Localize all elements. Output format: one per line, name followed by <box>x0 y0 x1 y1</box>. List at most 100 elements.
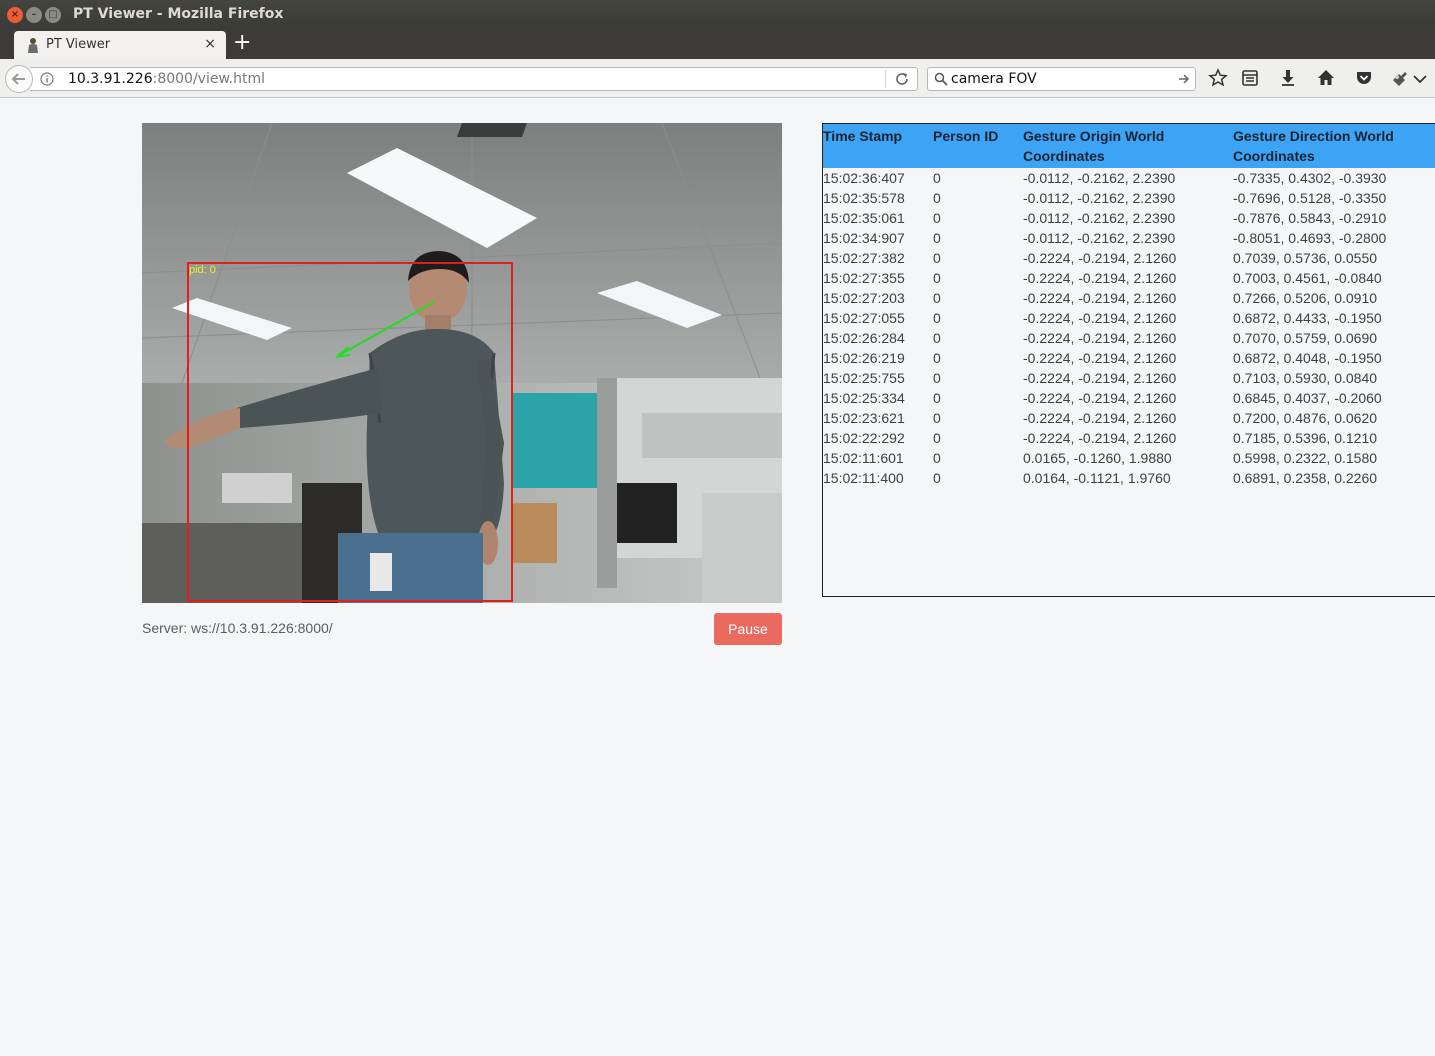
cell-direction: 0.6891, 0.2358, 0.2260 <box>1233 470 1378 486</box>
cell-time-stamp: 15:02:27:355 <box>823 270 905 286</box>
cell-time-stamp: 15:02:27:055 <box>823 310 905 326</box>
downloads-icon[interactable] <box>1278 68 1298 88</box>
table-row: 15:02:36:407 0 -0.0112, -0.2162, 2.2390 -0.… <box>823 168 1435 188</box>
cell-direction: 0.6845, 0.4037, -0.2060 <box>1233 390 1382 406</box>
table-row: 15:02:25:334 0 -0.2224, -0.2194, 2.1260 0.6… <box>823 388 1435 408</box>
header-person-id: Person ID <box>933 128 999 144</box>
table-row: 15:02:23:621 0 -0.2224, -0.2194, 2.1260 0.7… <box>823 408 1435 428</box>
cell-direction: 0.7039, 0.5736, 0.0550 <box>1233 250 1378 266</box>
url-text[interactable]: 10.3.91.226:8000/view.html <box>68 71 265 87</box>
cell-origin: -0.0112, -0.2162, 2.2390 <box>1023 230 1176 246</box>
table-row: 15:02:25:755 0 -0.2224, -0.2194, 2.1260 0.7… <box>823 368 1435 388</box>
cell-origin: -0.2224, -0.2194, 2.1260 <box>1023 330 1177 346</box>
bookmark-star-icon[interactable] <box>1208 68 1228 88</box>
cell-time-stamp: 15:02:23:621 <box>823 410 905 426</box>
search-input[interactable]: camera FOV <box>951 71 1037 87</box>
cell-origin: 0.0165, -0.1260, 1.9880 <box>1023 450 1172 466</box>
gesture-table: Time Stamp Person ID Gesture Origin Worl… <box>823 124 1435 488</box>
gesture-table-container[interactable]: Time Stamp Person ID Gesture Origin Worl… <box>822 123 1435 597</box>
cell-time-stamp: 15:02:34:907 <box>823 230 905 246</box>
site-info-icon[interactable] <box>40 72 54 86</box>
table-row: 15:02:34:907 0 -0.0112, -0.2162, 2.2390 -0.… <box>823 228 1435 248</box>
search-bar[interactable]: camera FOV <box>927 67 1196 91</box>
cell-origin: -0.2224, -0.2194, 2.1260 <box>1023 350 1177 366</box>
cell-direction: 0.7103, 0.5930, 0.0840 <box>1233 370 1378 386</box>
table-row: 15:02:26:284 0 -0.2224, -0.2194, 2.1260 0.7… <box>823 328 1435 348</box>
cell-time-stamp: 15:02:35:061 <box>823 210 905 226</box>
home-icon[interactable] <box>1316 68 1336 88</box>
cell-person-id: 0 <box>933 290 941 306</box>
back-button[interactable] <box>5 65 33 93</box>
new-tab-button[interactable]: + <box>233 32 251 54</box>
tab-close-icon[interactable]: × <box>204 36 216 52</box>
reload-icon[interactable] <box>894 71 910 87</box>
header-gesture-origin: Gesture Origin World Coordinates <box>1023 128 1165 164</box>
pause-button[interactable]: Pause <box>714 613 782 645</box>
menu-chevron-icon[interactable] <box>1410 68 1430 88</box>
cell-direction: 0.7070, 0.5759, 0.0690 <box>1233 330 1378 346</box>
tab-pt-viewer[interactable]: PT Viewer × <box>14 31 226 59</box>
cell-time-stamp: 15:02:27:382 <box>823 250 905 266</box>
url-path: :8000/view.html <box>152 71 265 87</box>
cell-person-id: 0 <box>933 270 941 286</box>
window-maximize-icon[interactable]: □ <box>45 7 61 23</box>
cell-direction: 0.6872, 0.4048, -0.1950 <box>1233 350 1382 366</box>
cell-person-id: 0 <box>933 230 941 246</box>
window-minimize-icon[interactable]: – <box>26 7 42 23</box>
cell-person-id: 0 <box>933 370 941 386</box>
tab-label: PT Viewer <box>46 37 111 52</box>
table-header-row: Time Stamp Person ID Gesture Origin Worl… <box>823 124 1435 168</box>
tab-bar: PT Viewer × + <box>0 29 1435 59</box>
cell-time-stamp: 15:02:35:578 <box>823 190 905 206</box>
back-arrow-icon <box>11 73 25 85</box>
table-row: 15:02:35:578 0 -0.0112, -0.2162, 2.2390 -0.… <box>823 188 1435 208</box>
url-bar[interactable]: 10.3.91.226:8000/view.html <box>30 67 918 91</box>
table-row: 15:02:22:292 0 -0.2224, -0.2194, 2.1260 0.7… <box>823 428 1435 448</box>
table-row: 15:02:27:055 0 -0.2224, -0.2194, 2.1260 0.6… <box>823 308 1435 328</box>
cell-person-id: 0 <box>933 470 941 486</box>
cell-person-id: 0 <box>933 410 941 426</box>
table-row: 15:02:27:355 0 -0.2224, -0.2194, 2.1260 0.7… <box>823 268 1435 288</box>
camera-scene-image: pid: 0 <box>142 123 782 603</box>
cell-time-stamp: 15:02:27:203 <box>823 290 905 306</box>
cell-direction: -0.7335, 0.4302, -0.3930 <box>1233 170 1387 186</box>
cell-origin: -0.2224, -0.2194, 2.1260 <box>1023 370 1177 386</box>
url-host: 10.3.91.226 <box>68 71 153 87</box>
person-favicon-icon <box>28 38 38 53</box>
cell-time-stamp: 15:02:25:334 <box>823 390 905 406</box>
cell-time-stamp: 15:02:22:292 <box>823 430 905 446</box>
table-row: 15:02:26:219 0 -0.2224, -0.2194, 2.1260 0.6… <box>823 348 1435 368</box>
window-close-icon[interactable]: × <box>7 7 23 23</box>
cell-direction: 0.7185, 0.5396, 0.1210 <box>1233 430 1378 446</box>
search-go-icon[interactable] <box>1177 72 1191 86</box>
cell-person-id: 0 <box>933 250 941 266</box>
url-separator <box>885 70 886 88</box>
window-titlebar: × – □ PT Viewer - Mozilla Firefox <box>0 0 1435 29</box>
cell-origin: -0.2224, -0.2194, 2.1260 <box>1023 270 1177 286</box>
cell-direction: 0.7200, 0.4876, 0.0620 <box>1233 410 1378 426</box>
cell-origin: -0.0112, -0.2162, 2.2390 <box>1023 190 1176 206</box>
cell-time-stamp: 15:02:26:219 <box>823 350 905 366</box>
cell-direction: -0.8051, 0.4693, -0.2800 <box>1233 230 1387 246</box>
cell-direction: 0.7003, 0.4561, -0.0840 <box>1233 270 1382 286</box>
cell-person-id: 0 <box>933 430 941 446</box>
table-row: 15:02:11:400 0 0.0164, -0.1121, 1.9760 0.68… <box>823 468 1435 488</box>
header-time-stamp: Time Stamp <box>823 128 903 144</box>
table-row: 15:02:11:601 0 0.0165, -0.1260, 1.9880 0.59… <box>823 448 1435 468</box>
cell-direction: -0.7696, 0.5128, -0.3350 <box>1233 190 1387 206</box>
reading-list-icon[interactable] <box>1240 68 1260 88</box>
window-title: PT Viewer - Mozilla Firefox <box>73 6 284 22</box>
table-row: 15:02:35:061 0 -0.0112, -0.2162, 2.2390 -0.… <box>823 208 1435 228</box>
pocket-icon[interactable] <box>1354 68 1374 88</box>
extension-icon[interactable] <box>1390 68 1410 88</box>
cell-person-id: 0 <box>933 390 941 406</box>
camera-video-frame: pid: 0 <box>142 123 782 603</box>
cell-direction: 0.6872, 0.4433, -0.1950 <box>1233 310 1382 326</box>
cell-origin: -0.2224, -0.2194, 2.1260 <box>1023 290 1177 306</box>
cell-time-stamp: 15:02:11:400 <box>823 470 904 486</box>
cell-origin: -0.2224, -0.2194, 2.1260 <box>1023 430 1177 446</box>
cell-origin: -0.2224, -0.2194, 2.1260 <box>1023 410 1177 426</box>
cell-person-id: 0 <box>933 310 941 326</box>
header-gesture-direction: Gesture Direction World Coordinates <box>1233 128 1394 164</box>
table-row: 15:02:27:382 0 -0.2224, -0.2194, 2.1260 0.7… <box>823 248 1435 268</box>
